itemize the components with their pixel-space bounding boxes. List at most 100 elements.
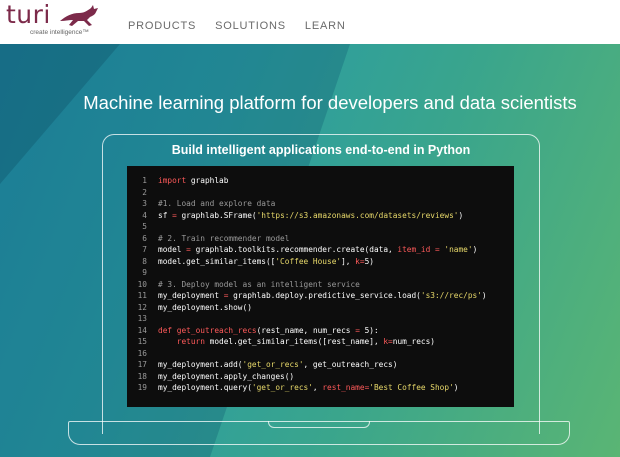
code-line: 19 my_deployment.query('get_or_recs', res… <box>127 382 514 394</box>
code-line: 17 my_deployment.add('get_or_recs', get_o… <box>127 359 514 371</box>
site-header: turi create intelligence™ PRODUCTS SOLUT… <box>0 0 620 44</box>
line-number: 4 <box>142 210 147 220</box>
line-number: 7 <box>142 245 147 254</box>
code-editor: 1 import graphlab 2 3 #1. Load and explore d… <box>127 166 514 407</box>
line-number: 15 <box>137 337 147 346</box>
code-token: 5): <box>359 325 379 335</box>
code-text: my_deployment.add('get_or_recs', get_out… <box>158 359 397 371</box>
code-text: #1. Load and explore data <box>158 198 275 210</box>
line-number: 14 <box>137 325 147 335</box>
code-token: 'name' <box>444 245 473 254</box>
code-lines: 1 import graphlab 2 3 #1. Load and explore d… <box>127 175 514 394</box>
logo-tagline: create intelligence™ <box>30 29 89 36</box>
code-token: sf <box>158 210 173 220</box>
code-token: graphlab.SFrame( <box>176 210 257 220</box>
code-token: (rest_name, num_recs <box>256 325 356 335</box>
code-line: 18 my_deployment.apply_changes() <box>127 371 514 383</box>
line-number: 3 <box>142 199 147 208</box>
nav-products[interactable]: PRODUCTS <box>128 21 196 32</box>
code-token: 's3://rec/ps' <box>420 291 482 300</box>
code-token: model.get_similar_items([ <box>158 256 276 266</box>
code-text: model.get_similar_items(['Coffee House']… <box>158 256 374 268</box>
code-line: 15 return model.get_similar_items([rest_… <box>127 336 514 348</box>
line-number: 19 <box>137 383 147 392</box>
code-line: 3 #1. Load and explore data <box>127 198 514 210</box>
code-line: 11 my_deployment = graphlab.deploy.predic… <box>127 290 514 302</box>
leaping-cat-icon <box>60 5 98 26</box>
code-token: get_outreach_recs <box>176 325 257 335</box>
code-line: 1 import graphlab <box>127 175 514 187</box>
code-token: my_deployment.add( <box>158 360 243 369</box>
logo-wordmark: turi <box>6 0 51 29</box>
code-token: # 2. Train recommender model <box>158 233 290 243</box>
code-text: # 2. Train recommender model <box>158 233 289 245</box>
code-line: 6 # 2. Train recommender model <box>127 233 514 245</box>
line-number: 16 <box>137 348 147 358</box>
code-token: my_deployment.show() <box>158 302 252 312</box>
code-token: ], <box>341 256 356 266</box>
nav-learn[interactable]: LEARN <box>305 21 346 32</box>
code-text: # 3. Deploy model as an intelligent serv… <box>158 279 360 291</box>
code-token: model.get_similar_items([rest_name], <box>204 337 384 346</box>
line-number: 6 <box>142 233 147 243</box>
code-token: import <box>158 176 187 185</box>
code-token: model <box>158 245 187 254</box>
code-token: my_deployment.apply_changes() <box>158 371 295 381</box>
code-token: num_recs) <box>392 337 435 346</box>
code-token: graphlab.toolkits.recommender.create(dat… <box>190 245 398 254</box>
code-token: 'Coffee House' <box>275 256 342 266</box>
code-token: ) <box>481 291 487 300</box>
line-number: 10 <box>137 279 147 289</box>
line-number: 9 <box>142 268 147 277</box>
code-token: ) <box>472 245 478 254</box>
code-text: return model.get_similar_items([rest_nam… <box>158 336 435 348</box>
code-line: 7 model = graphlab.toolkits.recommender.c… <box>127 244 514 256</box>
code-line: 2 <box>127 187 514 199</box>
code-token: 'Best Coffee Shop' <box>369 383 454 392</box>
code-token: graphlab <box>186 176 229 185</box>
code-text: my_deployment.apply_changes() <box>158 371 294 383</box>
code-token: graphlab.deploy.predictive_service.load( <box>228 291 421 300</box>
code-token: , get_outreach_recs) <box>303 360 398 369</box>
code-text: import graphlab <box>158 175 228 187</box>
code-text: my_deployment.query('get_or_recs', rest_… <box>158 382 458 394</box>
code-text: def get_outreach_recs(rest_name, num_rec… <box>158 325 379 337</box>
code-token: 'https://s3.amazonaws.com/datasets/revie… <box>256 210 459 220</box>
code-token: def <box>158 325 173 335</box>
nav-solutions[interactable]: SOLUTIONS <box>215 21 286 32</box>
code-token: item_id <box>397 245 431 254</box>
laptop-screen-title: Build intelligent applications end-to-en… <box>171 143 471 157</box>
laptop-notch <box>268 421 370 428</box>
line-number: 13 <box>137 314 147 323</box>
code-line: 8 model.get_similar_items(['Coffee House'… <box>127 256 514 268</box>
code-text: my_deployment.show() <box>158 302 252 314</box>
code-line: 9 <box>127 267 514 279</box>
code-token: 5) <box>364 256 374 266</box>
code-text: sf = graphlab.SFrame('https://s3.amazona… <box>158 210 463 222</box>
code-text: model = graphlab.toolkits.recommender.cr… <box>158 244 477 256</box>
line-number: 17 <box>137 360 147 369</box>
code-line: 14 def get_outreach_recs(rest_name, num_r… <box>127 325 514 337</box>
code-line: 12 my_deployment.show() <box>127 302 514 314</box>
code-line: 5 <box>127 221 514 233</box>
turi-logo[interactable]: turi create intelligence™ <box>6 0 106 41</box>
line-number: 5 <box>142 222 147 231</box>
code-line: 16 <box>127 348 514 360</box>
line-number: 11 <box>137 291 147 300</box>
code-text: my_deployment = graphlab.deploy.predicti… <box>158 290 487 302</box>
code-line: 13 <box>127 313 514 325</box>
code-line: 4 sf = graphlab.SFrame('https://s3.amazon… <box>127 210 514 222</box>
line-number: 2 <box>142 187 147 197</box>
line-number: 18 <box>137 371 147 381</box>
code-token: #1. Load and explore data <box>158 199 276 208</box>
code-token: 'get_or_recs' <box>242 360 304 369</box>
code-token: rest_name <box>322 383 365 392</box>
code-token: return <box>176 337 205 346</box>
code-line: 10 # 3. Deploy model as an intelligent se… <box>127 279 514 291</box>
main-nav: PRODUCTS SOLUTIONS LEARN <box>128 21 365 32</box>
hero-section: Machine learning platform for developers… <box>0 44 620 457</box>
line-number: 1 <box>142 176 147 185</box>
line-number: 12 <box>137 302 147 312</box>
code-token: , <box>312 383 323 392</box>
